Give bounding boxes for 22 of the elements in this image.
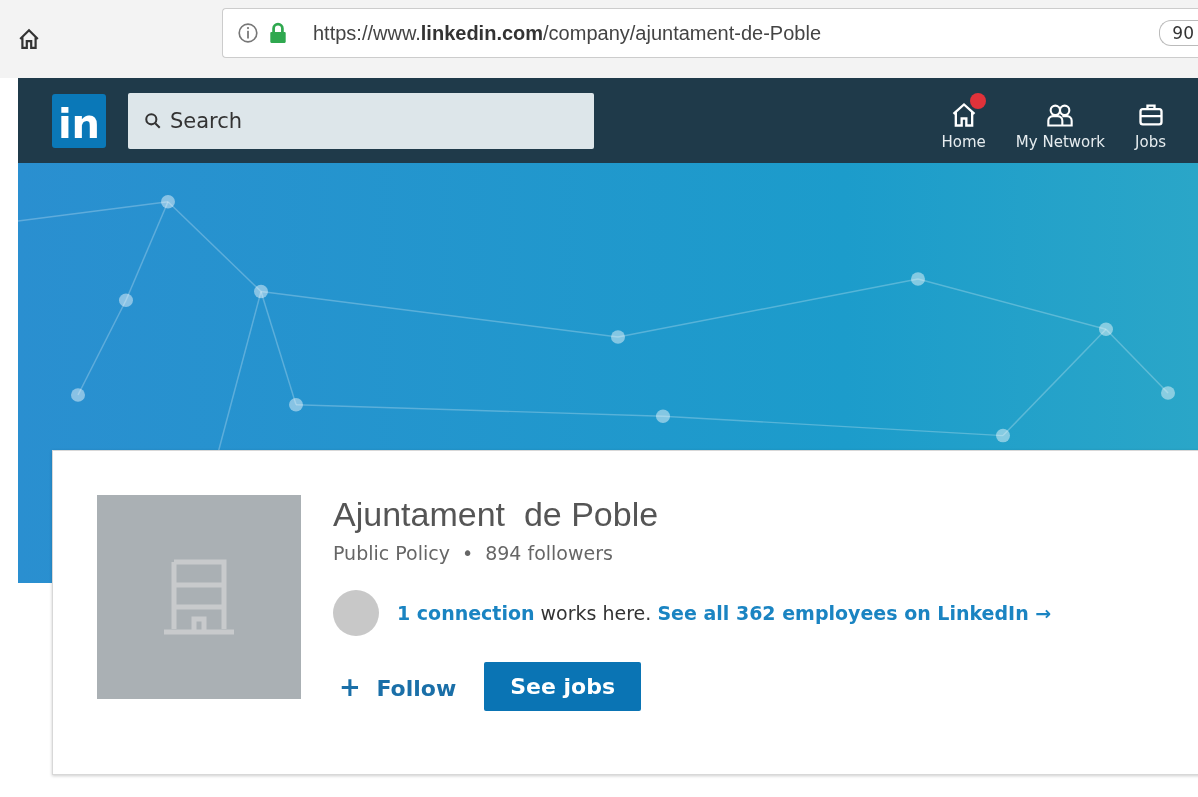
logo[interactable]: in: [52, 93, 106, 148]
separator-dot: •: [461, 542, 474, 564]
address-bar[interactable]: https://www.linkedin.com/company/ajuntament-de-Poble 90: [222, 8, 1198, 58]
follow-button[interactable]: + Follow: [333, 663, 463, 710]
lock-icon: [269, 22, 287, 44]
nav-item[interactable]: Jobs: [1125, 90, 1176, 151]
info-icon[interactable]: [237, 22, 259, 44]
home-icon[interactable]: [18, 28, 40, 50]
nav-item[interactable]: Home: [931, 90, 996, 151]
industry-text: Public Policy: [333, 542, 450, 564]
url-text: https://www.linkedin.com/company/ajuntament-de-Poble: [313, 21, 821, 45]
employees-link[interactable]: See all 362 employees on LinkedIn →: [657, 602, 1052, 624]
nav-item[interactable]: My Network: [1005, 90, 1116, 151]
search-field[interactable]: Search: [128, 92, 594, 149]
zoom-level[interactable]: 90: [1159, 20, 1198, 46]
followers-count: 894 followers: [485, 542, 613, 564]
connection-sentence: 1 connection works here. See all 362 employees on LinkedIn →: [397, 602, 1052, 624]
see-jobs-button[interactable]: See jobs: [484, 662, 642, 711]
building-icon: [164, 557, 234, 637]
avatar-icon: [333, 590, 379, 636]
company-name: Ajuntament de Poble: [333, 495, 660, 534]
connection-link[interactable]: 1 connection: [397, 602, 535, 624]
